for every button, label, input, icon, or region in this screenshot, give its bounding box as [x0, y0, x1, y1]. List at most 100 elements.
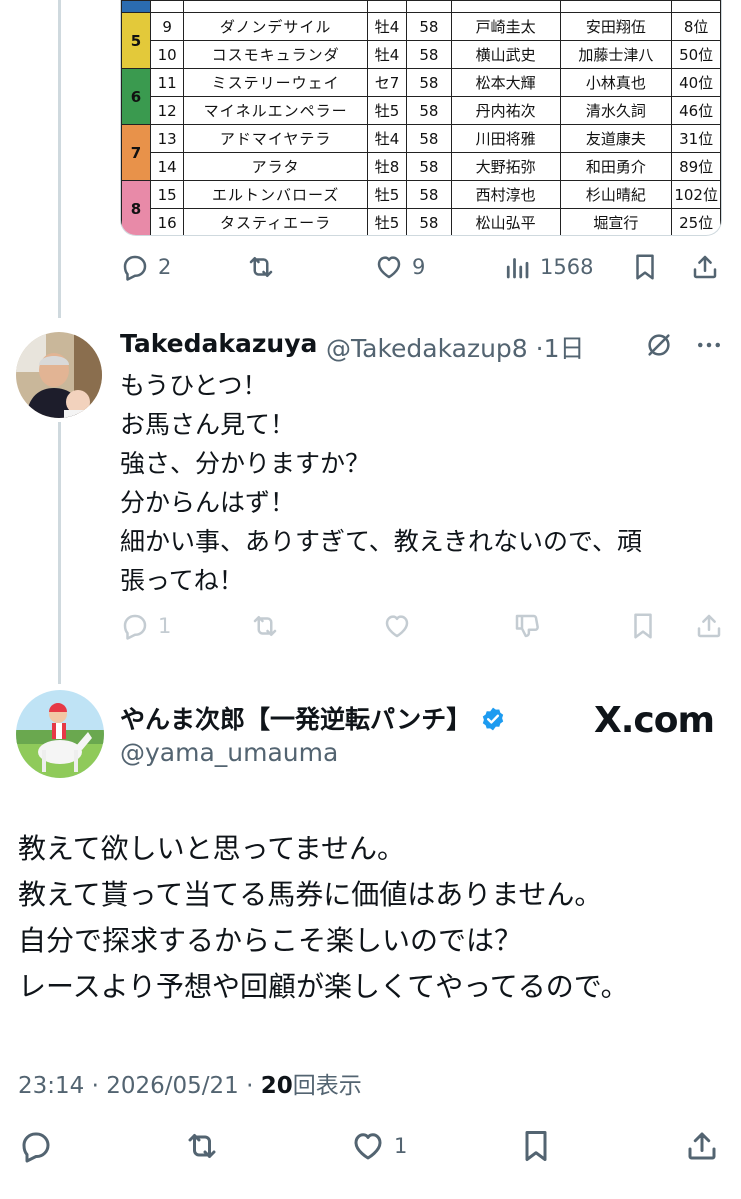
race-cell-trainer: 杉山晴紀 [559, 180, 673, 209]
reply-line: 細かい事、ありすぎて、教えきれないので、頑 [120, 527, 643, 556]
race-cell-weight: 58 [406, 40, 452, 69]
race-cell-weight: 58 [406, 12, 452, 41]
thread-line-middle [58, 422, 61, 684]
race-cell-jockey: 松山弘平 [450, 208, 561, 235]
more-button[interactable] [694, 330, 724, 360]
race-cell-jockey: 戸崎圭太 [450, 12, 561, 41]
race-cell-waku: 8 [121, 180, 152, 235]
race-cell-sex: セ7 [366, 68, 408, 97]
race-cell-name: ミステリーウェイ [183, 68, 368, 97]
share-icon [688, 1132, 716, 1160]
race-cell-num: 13 [150, 124, 185, 153]
race-cell-sex: 牡8 [366, 152, 408, 181]
reply-reply-count: 1 [158, 614, 172, 638]
race-row: 8 15 エルトンバローズ 牡5 58 西村淳也 杉山晴紀 102位 [121, 180, 721, 235]
race-cell-sex: 牡5 [366, 180, 408, 209]
retweet-icon [249, 257, 273, 277]
reply-reply-button[interactable]: 1 [120, 611, 171, 641]
race-cell-rank: 31位 [671, 124, 721, 153]
race-row: 12 マイネルエンペラー 牡5 58 丹内祐次 清水久詞 46位 [122, 96, 721, 125]
race-cell-weight: 58 [406, 208, 452, 235]
main-line: 教えて貰って当てる馬券に価値はありません。 [18, 878, 603, 911]
race-cell-rank: 89位 [671, 152, 721, 181]
race-cell-weight: 58 [406, 152, 452, 181]
reply-timestamp: ·1日 [535, 334, 585, 363]
main-author-name[interactable]: やんま次郎【一発逆転パンチ】 [120, 700, 506, 736]
main-reply-button[interactable] [18, 1128, 54, 1164]
main-body: 教えて欲しいと思ってません。 教えて貰って当てる馬券に価値はありません。 自分で… [18, 826, 629, 1010]
race-cell-weight [406, 0, 452, 13]
views-button[interactable]: 1568 [502, 252, 593, 282]
share-button[interactable] [690, 252, 720, 282]
race-cell-name: マイネルエンペラー [183, 96, 368, 125]
reply-line: お馬さん見て！ [120, 410, 296, 439]
reply-button[interactable]: 2 [120, 252, 171, 282]
reply-bookmark-button[interactable] [628, 611, 658, 641]
race-cell-weight: 58 [406, 68, 452, 97]
more-icon [698, 342, 720, 348]
bookmark-icon [636, 254, 654, 280]
race-cell-rank: 102位 [671, 180, 721, 209]
race-cell-waku: 7 [121, 124, 152, 181]
bookmark-button[interactable] [630, 252, 660, 282]
race-cell-name: アラタ [183, 152, 368, 181]
race-cell-jockey: 西村淳也 [450, 180, 561, 209]
reply-like-button[interactable] [382, 611, 412, 641]
race-row: 10 コスモキュランダ 牡4 58 横山武史 加藤士津八 50位 [122, 40, 721, 69]
race-cell-trainer: 和田勇介 [559, 152, 673, 181]
race-row: 6 11 ミステリーウェイ セ7 58 松本大輝 小林真也 40位 [121, 68, 721, 125]
reply-count: 2 [158, 255, 172, 279]
main-timestamp[interactable]: 23:14 · 2026/05/21 · [18, 1073, 261, 1099]
avatar-yama-umauma[interactable] [16, 690, 104, 778]
race-cell-num: 9 [150, 12, 185, 41]
race-cell-sex: 牡4 [366, 124, 408, 153]
race-cell-num: 15 [150, 180, 185, 209]
main-retweet-button[interactable] [184, 1128, 220, 1164]
main-author-name-text: やんま次郎【一発逆転パンチ】 [120, 705, 472, 734]
grok-button[interactable] [644, 330, 674, 360]
main-share-button[interactable] [684, 1128, 720, 1164]
race-cell-name: コスモキュランダ [183, 40, 368, 69]
reply-line: もうひとつ！ [120, 371, 268, 400]
share-icon [697, 614, 721, 638]
race-cell-trainer: 小林真也 [559, 68, 673, 97]
race-cell-waku [121, 0, 152, 13]
retweet-icon [253, 616, 277, 636]
reply-share-button[interactable] [694, 611, 724, 641]
main-meta: 23:14 · 2026/05/21 · 20回表示 [18, 1066, 362, 1100]
race-cell-sex: 牡5 [366, 208, 408, 235]
retweet-button[interactable] [246, 252, 276, 282]
main-view-count: 20 [260, 1073, 293, 1099]
race-cell-waku: 6 [121, 68, 152, 125]
race-cell-sex: 牡4 [366, 40, 408, 69]
race-cell-waku: 5 [121, 12, 152, 69]
retweet-icon [188, 1134, 216, 1158]
reply-icon [123, 614, 147, 640]
verified-icon [482, 707, 504, 731]
race-cell-jockey: 川田将雅 [450, 124, 561, 153]
main-like-count: 1 [394, 1134, 408, 1158]
x-com-watermark: X.com [594, 700, 715, 741]
reply-dislike-button[interactable] [512, 611, 542, 641]
main-bookmark-button[interactable] [518, 1128, 554, 1164]
race-cell-weight: 58 [406, 96, 452, 125]
main-author-handle[interactable]: @yama_umauma [120, 738, 338, 767]
reply-author-name[interactable]: Takedakazuya [120, 329, 317, 358]
like-count: 9 [412, 255, 426, 279]
race-cell-num [150, 0, 185, 13]
main-line: レースより予想や回顧が楽しくてやってるので。 [18, 970, 629, 1003]
avatar-takedakazuya[interactable] [16, 332, 102, 418]
race-cell-trainer: 安田翔伍 [559, 12, 673, 41]
race-cell-sex: 牡4 [366, 12, 408, 41]
like-button[interactable]: 9 [374, 252, 425, 282]
reply-retweet-button[interactable] [250, 611, 280, 641]
main-like-button[interactable]: 1 [350, 1128, 407, 1164]
views-count: 1568 [540, 255, 594, 279]
race-cell-jockey: 大野拓弥 [450, 152, 561, 181]
race-cell-trainer: 清水久詞 [559, 96, 673, 125]
bookmark-icon [525, 1131, 547, 1161]
reply-author-handle[interactable]: @Takedakazup8 ·1日 [326, 329, 585, 365]
reply-handle-text: @Takedakazup8 [326, 334, 528, 363]
like-icon [377, 256, 401, 279]
race-card-image[interactable]: 5 9 ダノンデサイル 牡4 58 戸崎圭太 安田翔伍 8位 10 コスモキュランダ 牡4 58 横山武… [120, 0, 722, 236]
